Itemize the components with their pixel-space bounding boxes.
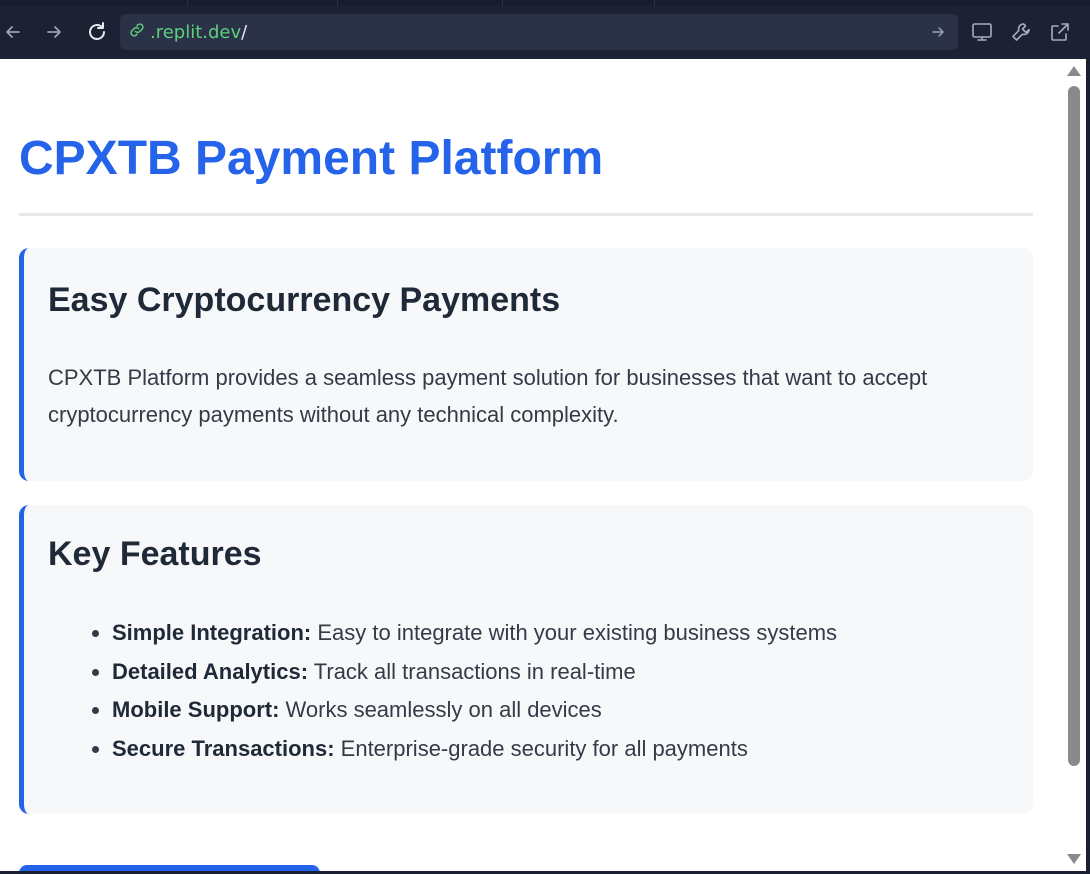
list-item: Secure Transactions: Enterprise-grade se… (112, 730, 837, 769)
url-domain: .replit.dev (150, 21, 242, 43)
monitor-icon[interactable] (968, 18, 996, 46)
vertical-scrollbar[interactable] (1062, 59, 1086, 871)
window-frame (1086, 59, 1090, 874)
list-item: Mobile Support: Works seamlessly on all … (112, 691, 837, 730)
scroll-up-arrow-icon[interactable] (1067, 66, 1081, 76)
intro-heading: Easy Cryptocurrency Payments (48, 281, 561, 319)
feature-text: Track all transactions in real-time (308, 658, 636, 684)
link-icon (128, 21, 146, 44)
page-viewport: CPXTB Payment Platform Easy Cryptocurren… (0, 59, 1062, 871)
url-text: .replit.dev/ (150, 22, 247, 43)
scrollbar-thumb[interactable] (1068, 86, 1080, 766)
feature-label: Detailed Analytics: (112, 658, 309, 684)
wrench-icon[interactable] (1007, 18, 1035, 46)
scroll-down-arrow-icon[interactable] (1067, 854, 1081, 864)
back-arrow-icon[interactable] (1, 16, 25, 48)
feature-label: Mobile Support: (112, 697, 280, 722)
browser-toolbar: .replit.dev/ (0, 6, 1090, 59)
external-link-icon[interactable] (1046, 18, 1074, 46)
url-path: / (241, 21, 248, 43)
forward-arrow-icon[interactable] (42, 16, 66, 48)
intro-body: CPXTB Platform provides a seamless payme… (48, 365, 928, 427)
features-list: Simple Integration: Easy to integrate wi… (84, 614, 837, 768)
list-item: Detailed Analytics: Track all transactio… (112, 653, 837, 692)
feature-label: Simple Integration: (112, 620, 312, 645)
reload-icon[interactable] (85, 16, 109, 48)
intro-card: Easy Cryptocurrency Payments CPXTB Platf… (19, 248, 1033, 481)
feature-text: Easy to integrate with your existing bus… (311, 620, 838, 645)
feature-text: Works seamlessly on all devices (279, 697, 602, 722)
title-divider (19, 213, 1033, 216)
features-card: Key Features Simple Integration: Easy to… (19, 505, 1033, 814)
features-heading: Key Features (48, 535, 262, 573)
page-title: CPXTB Payment Platform (19, 132, 604, 185)
list-item: Simple Integration: Easy to integrate wi… (112, 614, 837, 653)
address-bar[interactable]: .replit.dev/ (120, 14, 958, 50)
feature-label: Secure Transactions: (112, 735, 335, 761)
go-arrow-icon[interactable] (926, 20, 950, 44)
feature-text: Enterprise-grade security for all paymen… (334, 735, 748, 761)
